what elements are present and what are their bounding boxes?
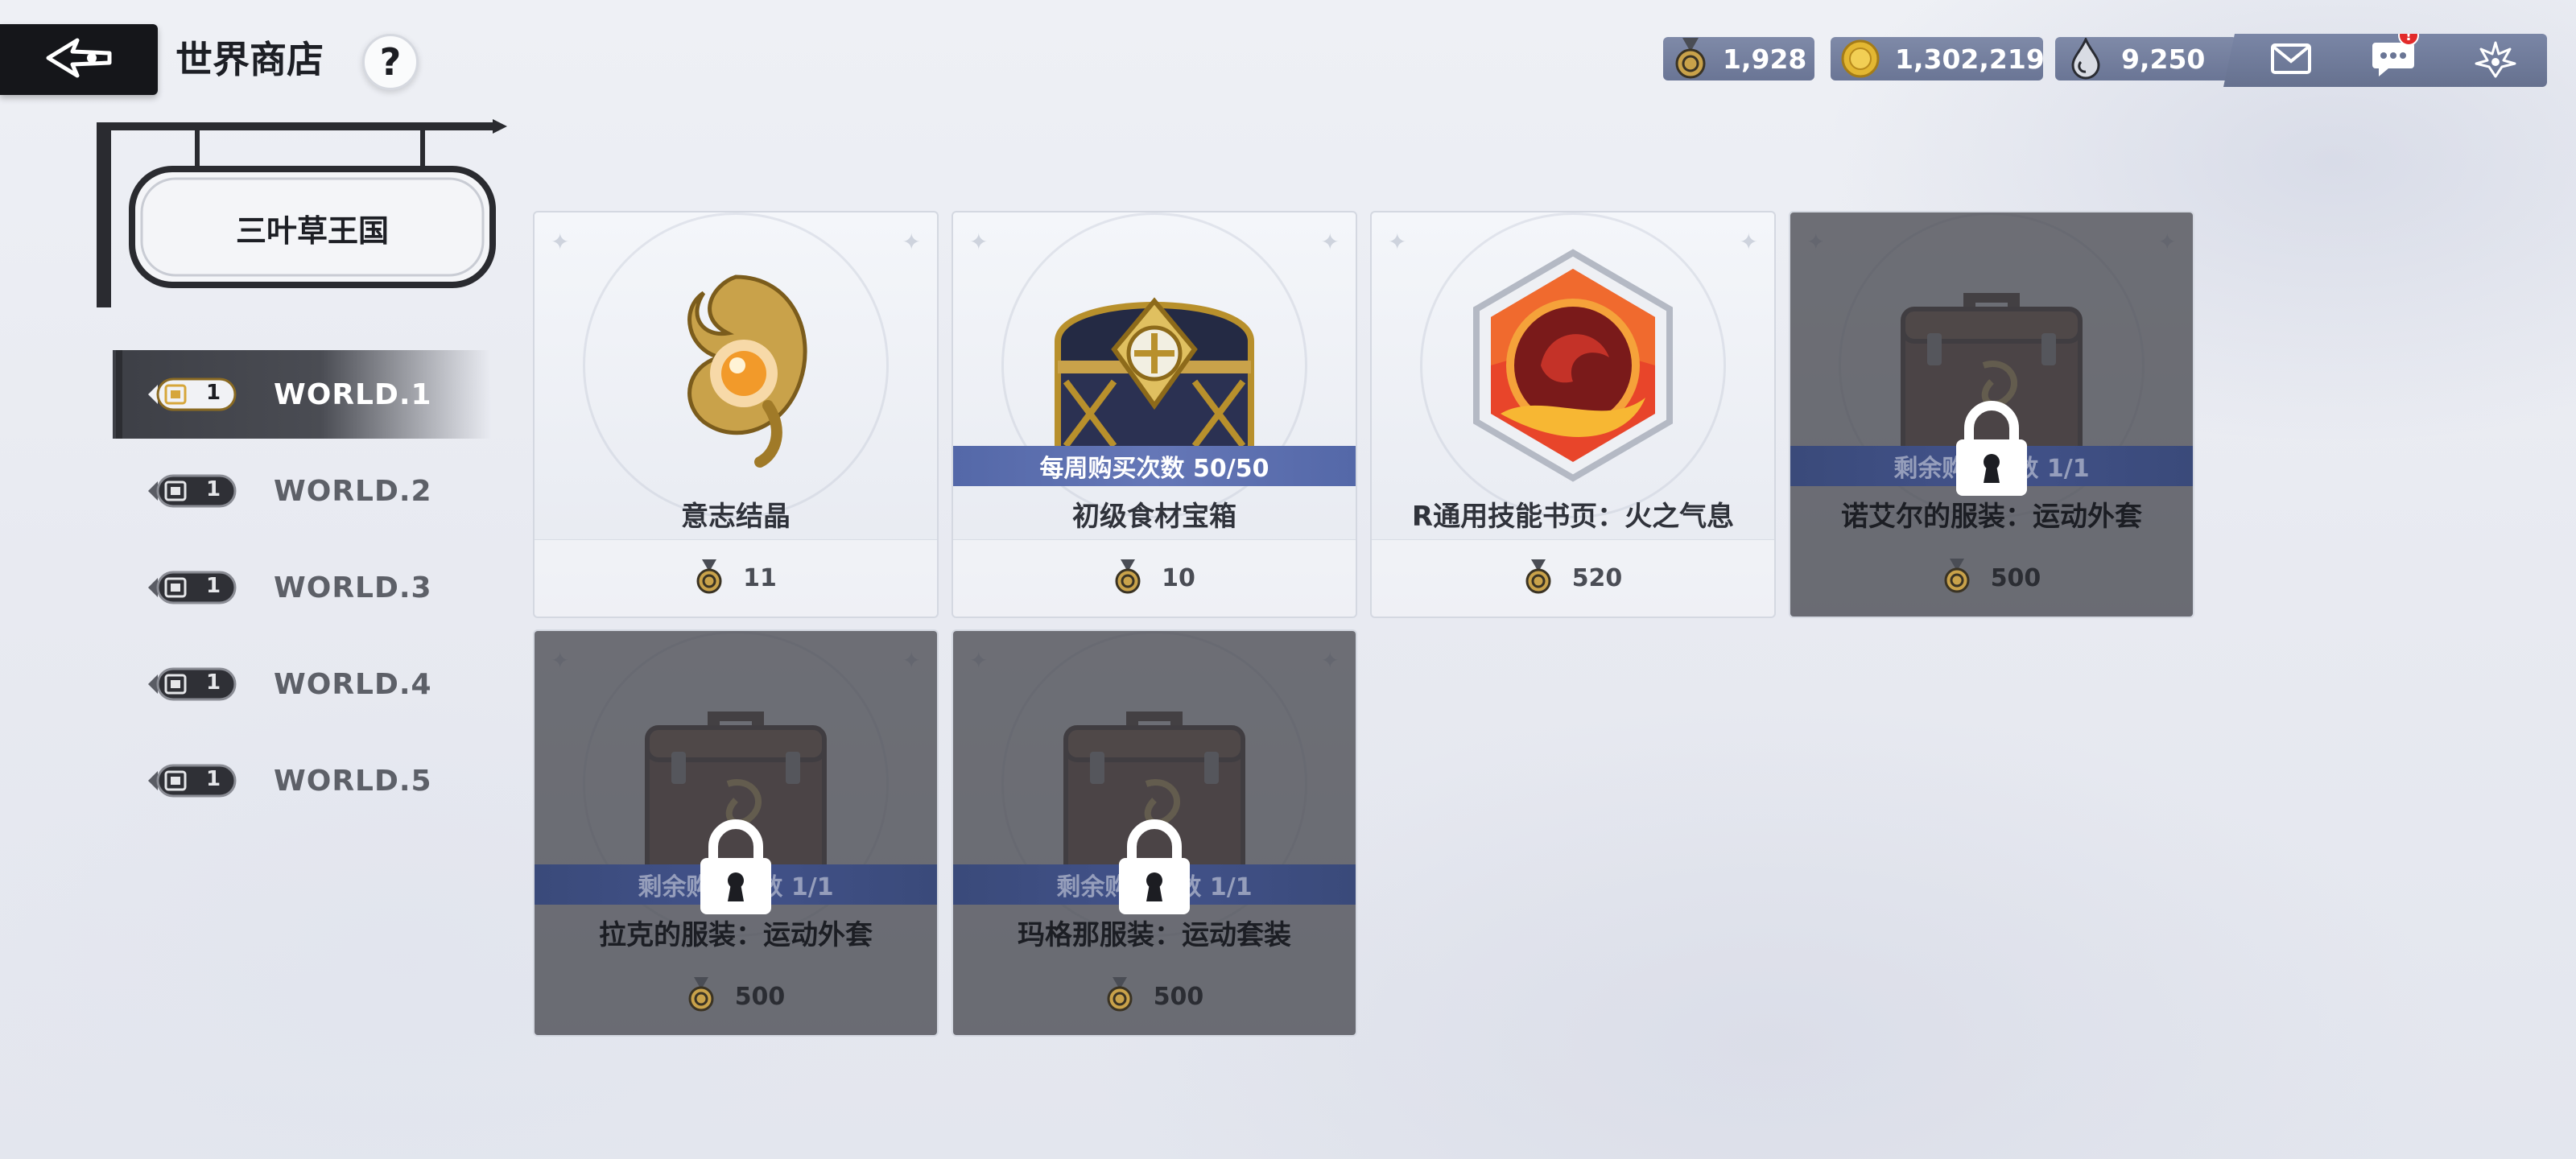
world-badge <box>147 666 238 703</box>
price-row: 500 <box>1790 539 2193 617</box>
purchase-limit-ribbon: 每周购买次数 50/50 <box>953 446 1356 486</box>
world-badge <box>147 569 238 606</box>
medal-icon <box>1105 977 1134 1016</box>
fire-skill-page-icon <box>1452 245 1694 486</box>
medal-amount: 1,928 <box>1723 43 1807 75</box>
item-name: 玛格那服装：运动套装 <box>1018 919 1291 951</box>
item-price: 500 <box>1153 982 1204 1011</box>
page-title: 世界商店 <box>175 38 324 81</box>
world-tab-3[interactable]: 1 WORLD.3 <box>113 543 491 632</box>
world-badge-count: 1 <box>206 381 221 405</box>
item-name: 拉克的服装：运动外套 <box>599 919 873 951</box>
shop-item-card[interactable]: ✦ ✦ 每周购买次数 50/50 初级食材宝箱 10 <box>952 211 1357 618</box>
sparkle-icon: ✦ <box>902 229 921 255</box>
crystal-currency[interactable]: 9,250 <box>2055 37 2237 80</box>
world-name: WORLD.1 <box>274 377 432 411</box>
world-tab-1[interactable]: 1 WORLD.1 <box>113 350 491 439</box>
shop-item-card[interactable]: ✦✦剩余购买次数 1/1拉克的服装：运动外套500 <box>533 629 939 1037</box>
item-name: R通用技能书页：火之气息 <box>1411 501 1735 533</box>
back-arrow-icon <box>45 35 113 84</box>
item-price: 500 <box>734 982 786 1011</box>
guild-button[interactable] <box>2470 36 2521 85</box>
medal-icon <box>1113 559 1142 598</box>
will-crystal-icon <box>615 245 857 486</box>
lock-icon <box>1116 816 1193 916</box>
crystal-amount: 9,250 <box>2121 43 2206 75</box>
price-row: 500 <box>953 958 1356 1035</box>
top-icon-tray: ! <box>2223 34 2547 87</box>
world-tab-2[interactable]: 1 WORLD.2 <box>113 447 491 535</box>
world-badge-count: 1 <box>206 477 221 501</box>
notification-badge: ! <box>2397 34 2419 46</box>
shop-item-card[interactable]: ✦✦剩余购买次数 1/1诺艾尔的服装：运动外套500 <box>1789 211 2194 618</box>
medal-icon <box>1942 559 1971 597</box>
kingdom-name: 三叶草王国 <box>235 212 389 249</box>
world-badge <box>147 762 238 799</box>
mail-button[interactable] <box>2265 36 2317 85</box>
world-name: WORLD.4 <box>274 667 432 701</box>
item-name: 初级食材宝箱 <box>1072 501 1236 533</box>
world-tab-4[interactable]: 1 WORLD.4 <box>113 640 491 728</box>
world-name: WORLD.5 <box>274 764 432 798</box>
gold-currency[interactable]: 1,302,219 <box>1831 37 2045 80</box>
item-price: 500 <box>1990 563 2041 592</box>
price-row: 500 <box>535 958 937 1035</box>
crystal-drop-icon <box>2065 38 2107 80</box>
back-button[interactable] <box>0 24 158 95</box>
world-badge <box>147 472 238 509</box>
price-row: 520 <box>1372 539 1774 617</box>
shop-item-card[interactable]: ✦✦剩余购买次数 1/1玛格那服装：运动套装500 <box>952 629 1357 1037</box>
gold-amount: 1,302,219 <box>1895 43 2045 75</box>
shop-item-card[interactable]: ✦ ✦ 意志结晶 11 <box>533 211 939 618</box>
price-row: 10 <box>953 539 1356 617</box>
item-price: 11 <box>743 564 777 592</box>
world-badge-count: 1 <box>206 670 221 695</box>
medal-icon <box>687 977 716 1016</box>
world-badge <box>147 376 238 413</box>
chat-button[interactable]: ! <box>2368 34 2419 85</box>
medal-currency[interactable]: 1,928 <box>1663 37 1814 80</box>
shop-item-card[interactable]: ✦ ✦ R通用技能书页：火之气息 520 <box>1370 211 1776 618</box>
lock-icon <box>1953 398 2030 497</box>
lock-icon <box>697 816 774 916</box>
medal-icon <box>1673 38 1708 80</box>
medal-icon <box>695 559 724 598</box>
price-row: 11 <box>535 539 937 617</box>
sparkle-icon: ✦ <box>551 229 570 255</box>
item-name: 意志结晶 <box>681 501 791 533</box>
help-button[interactable]: ? <box>362 34 419 90</box>
world-badge-count: 1 <box>206 767 221 791</box>
medal-icon <box>1524 559 1553 598</box>
guild-emblem-icon <box>2473 39 2518 81</box>
world-badge-count: 1 <box>206 574 221 598</box>
world-name: WORLD.3 <box>274 571 432 604</box>
item-name: 诺艾尔的服装：运动外套 <box>1841 501 2142 533</box>
world-name: WORLD.2 <box>274 474 432 508</box>
sparkle-icon: ✦ <box>969 229 989 255</box>
item-price: 10 <box>1162 564 1195 592</box>
mail-icon <box>2270 43 2312 78</box>
sparkle-icon: ✦ <box>1320 229 1340 255</box>
sparkle-icon: ✦ <box>1388 229 1407 255</box>
world-tab-5[interactable]: 1 WORLD.5 <box>113 736 491 825</box>
sparkle-icon: ✦ <box>1739 229 1758 255</box>
item-price: 520 <box>1571 564 1623 592</box>
gold-coin-icon <box>1840 38 1880 80</box>
